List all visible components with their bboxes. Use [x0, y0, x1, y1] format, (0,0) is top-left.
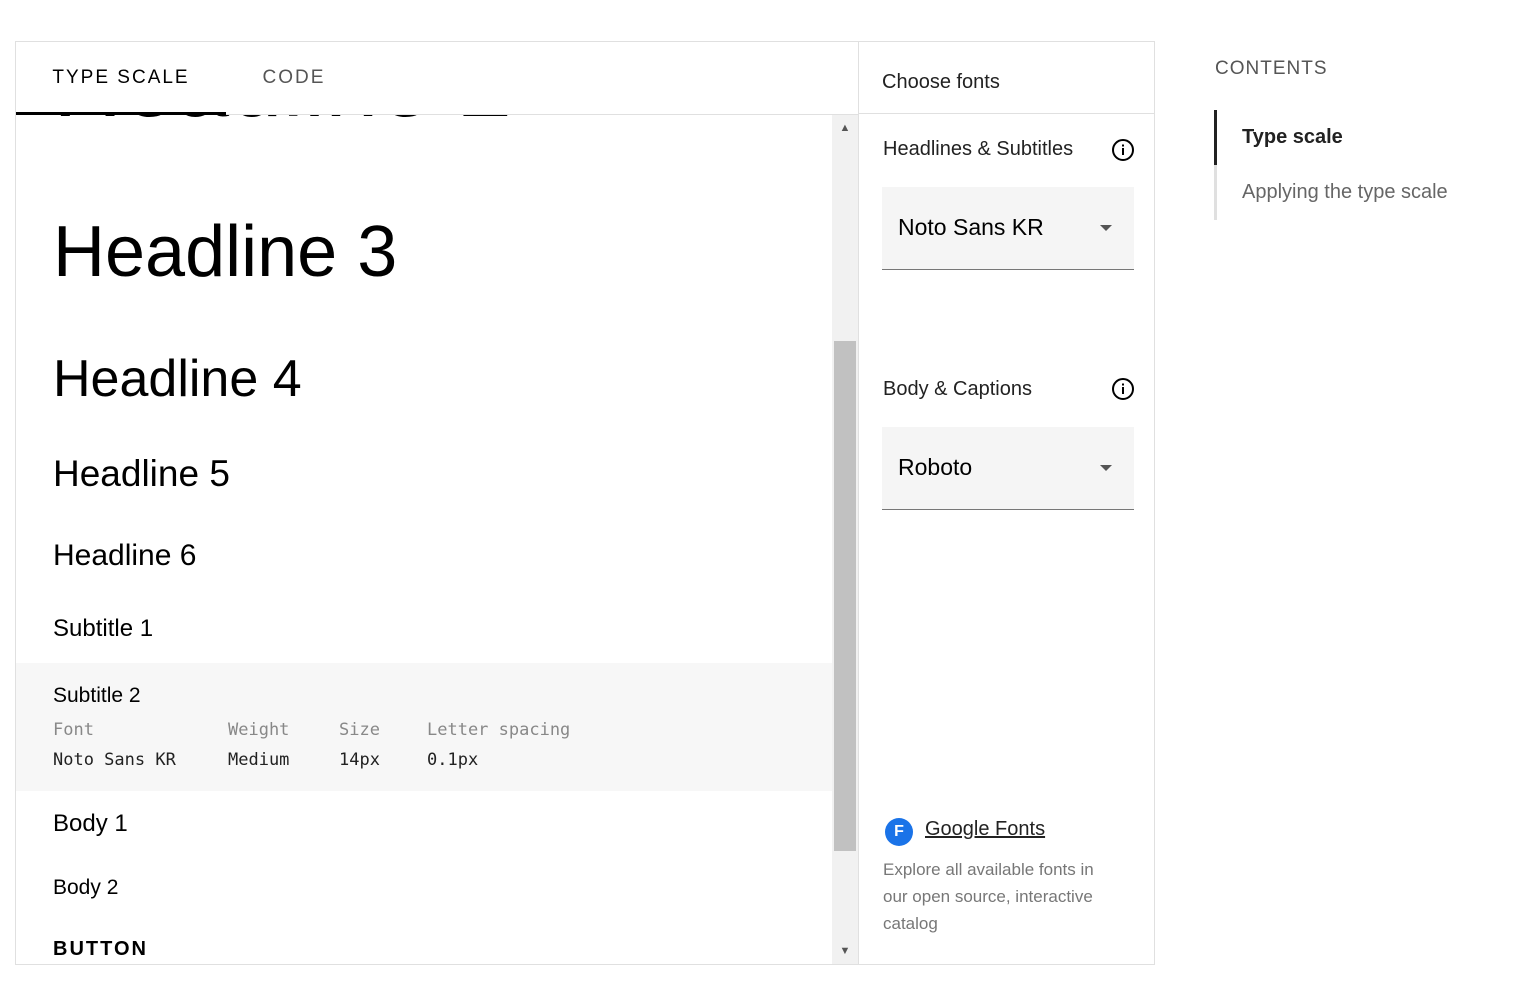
google-fonts-icon: F: [885, 818, 913, 846]
body-captions-label: Body & Captions: [883, 378, 1032, 400]
headlines-font-value: Noto Sans KR: [898, 214, 1044, 240]
spec-label-font: Font: [53, 720, 94, 740]
active-tab-indicator: [16, 112, 226, 115]
google-fonts-description: Explore all available fonts in our open …: [883, 860, 1094, 933]
tab-code[interactable]: CODE: [226, 42, 362, 114]
contents-title: CONTENTS: [1215, 58, 1328, 79]
spec-label-size: Size: [339, 720, 380, 740]
headline-3-sample: Headline 3: [53, 212, 398, 292]
headline-6-sample: Headline 6: [53, 539, 197, 572]
headline-4-sample: Headline 4: [53, 350, 302, 408]
tab-bar: TYPE SCALE CODE: [16, 42, 858, 115]
spec-value-weight: Medium: [228, 750, 290, 770]
spec-value-size: 14px: [339, 750, 380, 770]
body-font-select[interactable]: Roboto: [882, 427, 1134, 510]
type-scale-list[interactable]: Headline 2 Headline 3 Headline 4 Headlin…: [16, 115, 832, 964]
spec-value-letter-spacing: 0.1px: [427, 750, 479, 770]
headline-5-sample: Headline 5: [53, 453, 230, 494]
scroll-down-arrow-icon[interactable]: ▼: [832, 940, 858, 962]
body-1-sample: Body 1: [53, 810, 128, 837]
toc-active-indicator: [1214, 110, 1217, 165]
google-fonts-link[interactable]: Google Fonts: [925, 818, 1045, 841]
scroll-thumb[interactable]: [834, 341, 856, 851]
toc-item-applying-type-scale[interactable]: Applying the type scale: [1242, 181, 1448, 204]
type-scale-card: TYPE SCALE CODE Headline 2 Headline 3 He…: [15, 41, 1155, 965]
subtitle-2-sample: Subtitle 2: [53, 684, 141, 707]
body-2-sample: Body 2: [53, 876, 119, 899]
body-font-value: Roboto: [898, 454, 973, 480]
toc-item-type-scale[interactable]: Type scale: [1242, 126, 1343, 149]
choose-fonts-panel: Choose fonts Headlines & Subtitles Noto …: [858, 42, 1154, 964]
dropdown-arrow-icon: [1100, 465, 1112, 471]
dropdown-arrow-icon: [1100, 225, 1112, 231]
choose-fonts-header: Choose fonts: [859, 42, 1154, 114]
button-sample: BUTTON: [53, 938, 148, 960]
type-scale-panel: TYPE SCALE CODE Headline 2 Headline 3 He…: [16, 42, 858, 964]
headlines-subtitles-label: Headlines & Subtitles: [883, 138, 1074, 160]
headline-2-sample: Headline 2: [53, 115, 512, 139]
table-of-contents: Type scale Applying the type scale: [1214, 110, 1517, 220]
spec-value-font: Noto Sans KR: [53, 750, 176, 770]
spec-label-letter-spacing: Letter spacing: [427, 720, 571, 740]
scrollbar[interactable]: ▲ ▼: [832, 115, 858, 964]
spec-label-weight: Weight: [228, 720, 290, 740]
subtitle-1-sample: Subtitle 1: [53, 615, 154, 642]
subtitle-2-highlight-row[interactable]: [16, 663, 832, 791]
scroll-up-arrow-icon[interactable]: ▲: [832, 117, 858, 139]
info-icon[interactable]: [1111, 377, 1135, 401]
headlines-font-select[interactable]: Noto Sans KR: [882, 187, 1134, 270]
info-icon[interactable]: [1111, 138, 1135, 162]
tab-type-scale[interactable]: TYPE SCALE: [16, 42, 226, 114]
